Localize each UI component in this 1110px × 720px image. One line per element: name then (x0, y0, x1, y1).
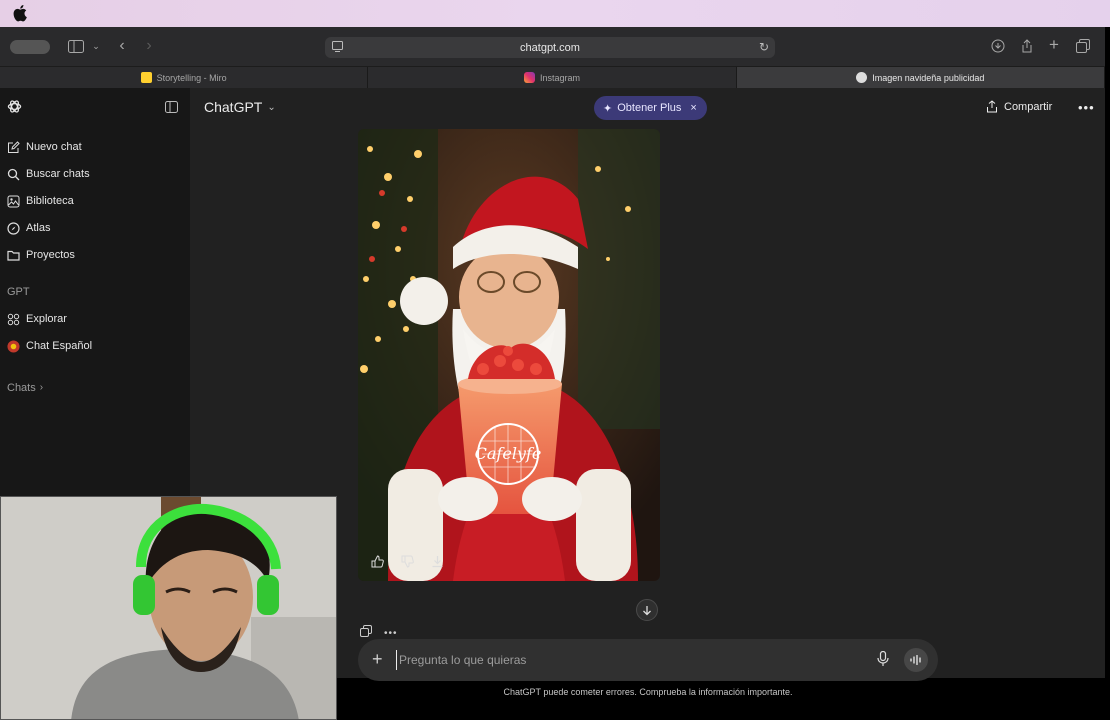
generated-image[interactable]: Cafelyfe (358, 129, 660, 581)
sidebar-item-label: Buscar chats (26, 168, 90, 180)
openai-logo-icon[interactable] (7, 99, 22, 114)
upgrade-plus-button[interactable]: ✦ Obtener Plus × (594, 96, 707, 120)
sidebar-toggle-icon[interactable] (68, 39, 84, 53)
disclaimer-text: ChatGPT puede cometer errores. Comprueba… (503, 687, 793, 697)
sidebar-section-chats[interactable]: Chats › (7, 382, 43, 394)
search-icon (7, 168, 20, 180)
tab-label: Instagram (539, 72, 580, 83)
model-name: ChatGPT (204, 99, 263, 115)
instagram-favicon-icon (523, 72, 535, 83)
chevron-down-icon: ⌄ (267, 101, 276, 113)
tab-bar: Storytelling - Miro Instagram Imagen nav… (0, 67, 1105, 88)
santa-illustration: Cafelyfe (358, 129, 660, 581)
prompt-input[interactable] (396, 650, 856, 670)
more-options-icon[interactable]: ••• (384, 628, 398, 639)
edit-icon (8, 140, 20, 153)
tab-label: Imagen navideña publicidad (872, 72, 985, 83)
webcam-person-illustration (1, 497, 336, 719)
tab-overview-icon[interactable] (1075, 38, 1091, 54)
sidebar-item-label: Chat Español (26, 340, 93, 352)
share-label: Compartir (1004, 100, 1053, 113)
scroll-down-button[interactable] (636, 599, 658, 621)
sidebar-item-explorar[interactable]: Explorar (7, 308, 67, 330)
add-attachment-icon[interactable]: + (372, 650, 383, 668)
sidebar-item-buscar-chats[interactable]: Buscar chats (7, 163, 90, 185)
microphone-icon[interactable] (877, 650, 889, 671)
miro-favicon-icon (140, 72, 152, 83)
folder-icon (7, 250, 20, 261)
close-icon[interactable]: × (690, 102, 696, 114)
chats-section-label: Chats (7, 382, 36, 394)
macos-menubar (0, 0, 1110, 27)
download-icon[interactable] (430, 554, 444, 568)
copy-icon[interactable] (360, 624, 372, 642)
sidebar-item-label: Nuevo chat (26, 141, 82, 153)
upgrade-label: Obtener Plus (617, 102, 682, 114)
tab-label: Storytelling - Miro (156, 72, 227, 83)
share-button[interactable]: Compartir (986, 100, 1052, 113)
sidebar-item-atlas[interactable]: Atlas (7, 217, 50, 239)
model-selector[interactable]: ChatGPT ⌄ (204, 99, 276, 115)
close-sidebar-icon[interactable] (165, 101, 178, 113)
reload-icon[interactable]: ↻ (759, 40, 769, 54)
back-icon[interactable]: ‹ (115, 37, 129, 54)
sidebar-item-label: Proyectos (26, 249, 75, 261)
reader-icon[interactable] (332, 41, 343, 55)
tab-chatgpt[interactable]: Imagen navideña publicidad (736, 67, 1105, 88)
webcam-overlay (0, 496, 337, 720)
more-options-icon[interactable]: ••• (1078, 100, 1095, 115)
download-icon[interactable] (990, 38, 1006, 54)
sidebar-item-label: Biblioteca (26, 195, 74, 207)
profile-toggle-icon[interactable] (10, 40, 50, 54)
compass-icon (7, 221, 20, 235)
tab-miro[interactable]: Storytelling - Miro (0, 67, 369, 88)
sidebar-item-chat-espanol[interactable]: Chat Español (7, 335, 92, 357)
sidebar-item-nuevo-chat[interactable]: Nuevo chat (7, 136, 82, 158)
composer: + (358, 639, 938, 681)
thumbs-down-icon[interactable] (400, 554, 414, 568)
new-tab-icon[interactable]: + (1046, 35, 1062, 54)
forward-icon[interactable]: › (142, 37, 156, 54)
thumbs-up-icon[interactable] (370, 554, 384, 568)
sidebar-item-biblioteca[interactable]: Biblioteca (7, 190, 74, 212)
image-actions (370, 554, 444, 568)
sparkle-icon: ✦ (603, 102, 613, 115)
grid-icon (7, 313, 20, 325)
library-icon (7, 195, 20, 207)
tab-instagram[interactable]: Instagram (368, 67, 737, 88)
browser-toolbar: ⌄ ‹ › chatgpt.com ↻ + (0, 27, 1105, 67)
sidebar-section-gpt: GPT (7, 286, 30, 298)
chevron-right-icon: › (39, 382, 44, 393)
gpt-avatar-icon (7, 339, 20, 353)
share-icon[interactable] (1019, 38, 1035, 54)
voice-mode-button[interactable] (904, 648, 928, 672)
share-icon (987, 100, 997, 113)
sidebar-item-proyectos[interactable]: Proyectos (7, 244, 75, 266)
url-text: chatgpt.com (520, 41, 580, 54)
arrow-down-icon (643, 605, 651, 615)
chevron-down-icon[interactable]: ⌄ (91, 40, 101, 52)
address-bar[interactable]: chatgpt.com ↻ (325, 37, 775, 58)
apple-icon[interactable] (13, 4, 27, 22)
chatgpt-favicon-icon (856, 72, 868, 83)
sidebar-item-label: Atlas (26, 222, 51, 234)
sidebar-item-label: Explorar (26, 313, 67, 325)
brand-logo-text: Cafelyfe (475, 444, 542, 463)
waveform-icon (910, 655, 921, 665)
